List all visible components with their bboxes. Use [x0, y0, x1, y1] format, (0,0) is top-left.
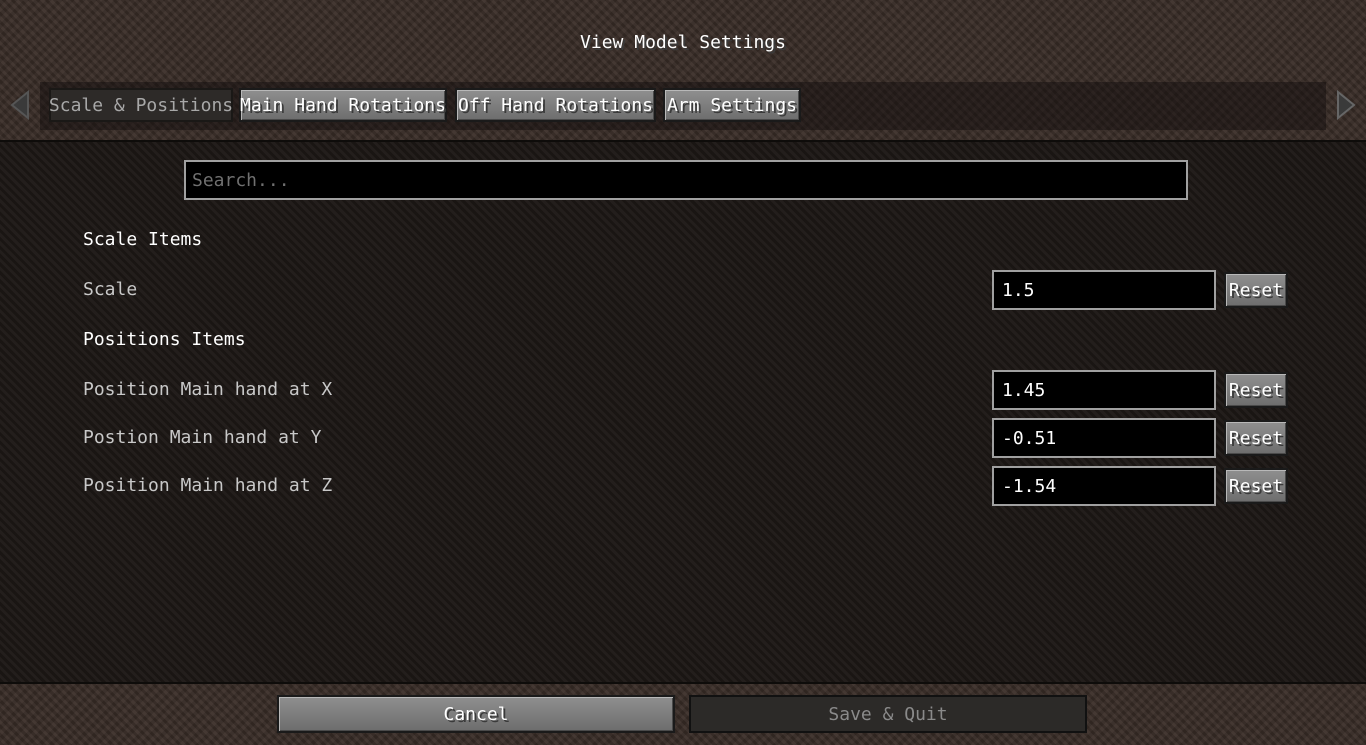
position-y-value-input[interactable]	[992, 418, 1216, 458]
search-input[interactable]	[184, 160, 1188, 200]
triangle-right-icon	[1336, 89, 1356, 124]
row-label-position-y: Postion Main hand at Y	[83, 427, 322, 448]
tabs-scroll-left-button[interactable]	[10, 89, 30, 124]
section-heading-positions: Positions Items	[83, 329, 246, 350]
tab-bar: Scale & Positions Main Hand Rotations Of…	[0, 82, 1366, 130]
tab-scale-positions[interactable]: Scale & Positions	[49, 88, 233, 122]
tab-off-hand-rotations[interactable]: Off Hand Rotations	[455, 88, 656, 122]
reset-position-y-button[interactable]: Reset	[1224, 420, 1288, 456]
position-z-value-input[interactable]	[992, 466, 1216, 506]
reset-position-x-button[interactable]: Reset	[1224, 372, 1288, 408]
header: View Model Settings	[0, 0, 1366, 80]
page-title: View Model Settings	[580, 32, 786, 53]
tabs-scroll-right-button[interactable]	[1336, 89, 1356, 124]
triangle-left-icon	[10, 89, 30, 124]
save-quit-button[interactable]: Save & Quit	[689, 695, 1087, 733]
tab-main-hand-rotations[interactable]: Main Hand Rotations	[239, 88, 447, 122]
reset-scale-button[interactable]: Reset	[1224, 272, 1288, 308]
section-heading-scale: Scale Items	[83, 229, 203, 250]
reset-position-z-button[interactable]: Reset	[1224, 468, 1288, 504]
row-label-position-z: Position Main hand at Z	[83, 475, 333, 496]
settings-panel: Scale Items Scale Reset Positions Items …	[0, 140, 1366, 684]
row-label-position-x: Position Main hand at X	[83, 379, 333, 400]
scale-value-input[interactable]	[992, 270, 1216, 310]
position-x-value-input[interactable]	[992, 370, 1216, 410]
row-label-scale: Scale	[83, 279, 138, 300]
tab-arm-settings[interactable]: Arm Settings	[663, 88, 801, 122]
cancel-button[interactable]: Cancel	[277, 695, 675, 733]
